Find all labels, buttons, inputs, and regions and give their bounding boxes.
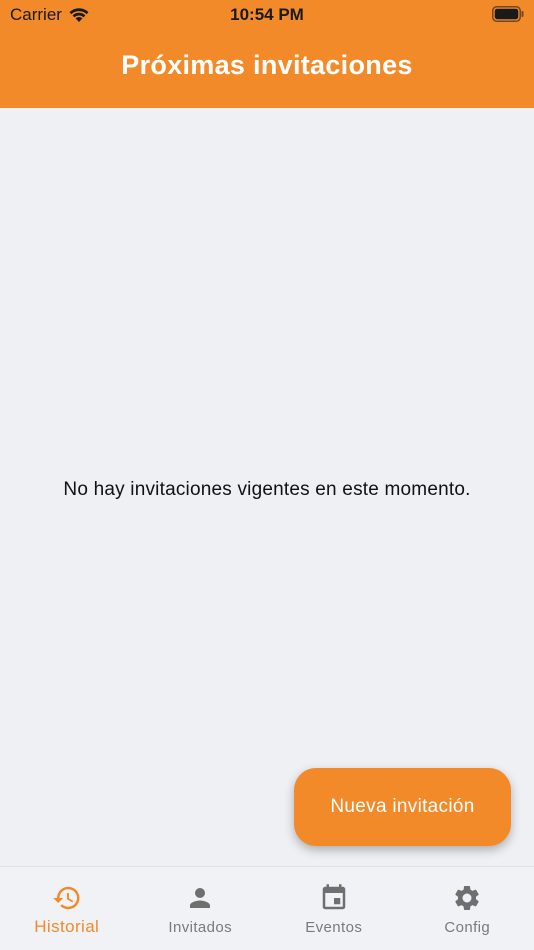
page-title: Próximas invitaciones [121, 50, 413, 80]
header-bar: Carrier 10:54 PM Próximas invitaciones [0, 0, 534, 108]
tab-label: Historial [34, 917, 100, 936]
status-time: 10:54 PM [230, 5, 304, 24]
tab-eventos[interactable]: Eventos [267, 867, 401, 950]
new-invitation-button[interactable]: Nueva invitación [294, 768, 511, 846]
tab-label: Config [444, 919, 491, 936]
tab-config[interactable]: Config [401, 867, 534, 950]
tab-label: Invitados [168, 919, 233, 936]
tab-historial[interactable]: Historial [0, 867, 134, 950]
history-icon [53, 886, 80, 910]
battery-icon [492, 6, 524, 22]
empty-state-message: No hay invitaciones vigentes en este mom… [63, 479, 471, 500]
app-screen: Carrier 10:54 PM Próximas invitaciones N… [0, 0, 534, 950]
tab-label: Eventos [305, 919, 363, 936]
tab-bar: Historial Invitados Eventos Config [0, 866, 534, 950]
tab-invitados[interactable]: Invitados [134, 867, 268, 950]
person-icon [190, 888, 211, 908]
calendar-icon [322, 884, 345, 910]
status-bar: Carrier 10:54 PM [0, 0, 534, 30]
gear-icon [455, 885, 479, 910]
